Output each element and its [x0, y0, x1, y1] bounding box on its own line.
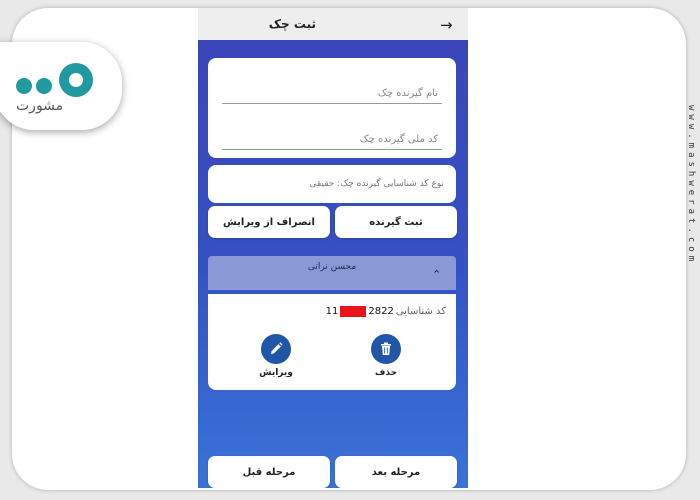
cancel-edit-button[interactable]: انصراف از ویرایش — [208, 206, 330, 238]
chevron-up-icon[interactable]: ⌃ — [432, 268, 441, 281]
receiver-accordion-header[interactable]: محسن نراتی ⌃ — [208, 256, 456, 290]
receiver-id-start: 11 — [325, 306, 339, 317]
receiver-type-select[interactable]: نوع کد شناسایی گیرنده چک: حقیقی — [208, 165, 456, 203]
edit-receiver-button[interactable]: ویرایش — [248, 334, 304, 378]
receiver-id-end: 2822 — [368, 306, 394, 317]
logo-mark — [16, 63, 93, 97]
next-step-button[interactable]: مرحله بعد — [335, 456, 457, 488]
receiver-name-label: نام گیرنده چک — [377, 88, 438, 99]
receiver-id-label: کد شناسایی — [395, 306, 446, 317]
phone-screen: ثبت چک → نام گیرنده چک کد ملی گیرنده چک … — [198, 8, 468, 488]
receiver-name-field[interactable]: نام گیرنده چک — [222, 66, 442, 104]
pencil-icon — [261, 334, 291, 364]
receiver-id-row: کد شناسایی 2822 11 — [326, 306, 446, 317]
delete-label: حذف — [374, 368, 398, 378]
site-watermark: www.mashwerat.com — [686, 105, 696, 266]
previous-step-button[interactable]: مرحله قبل — [208, 456, 330, 488]
page-title: ثبت چک — [268, 17, 316, 31]
receiver-national-code-field[interactable]: کد ملی گیرنده چک — [222, 112, 442, 150]
edit-label: ویرایش — [259, 368, 293, 378]
arrow-right-icon[interactable]: → — [440, 16, 453, 34]
receiver-type-label: نوع کد شناسایی گیرنده چک: حقیقی — [309, 179, 444, 189]
logo-badge: مشورت — [0, 42, 122, 130]
register-receiver-button[interactable]: ثبت گیرنده — [335, 206, 457, 238]
delete-receiver-button[interactable]: حذف — [358, 334, 414, 378]
logo-text: مشورت — [16, 98, 64, 114]
receiver-name: محسن نراتی — [307, 262, 357, 272]
trash-icon — [371, 334, 401, 364]
redaction-box — [340, 306, 367, 317]
receiver-detail-card: کد شناسایی 2822 11 حذف ویرایش — [208, 294, 456, 390]
app-topbar: ثبت چک → — [198, 8, 468, 40]
receiver-form-card: نام گیرنده چک کد ملی گیرنده چک — [208, 58, 456, 158]
receiver-national-code-label: کد ملی گیرنده چک — [359, 134, 438, 145]
